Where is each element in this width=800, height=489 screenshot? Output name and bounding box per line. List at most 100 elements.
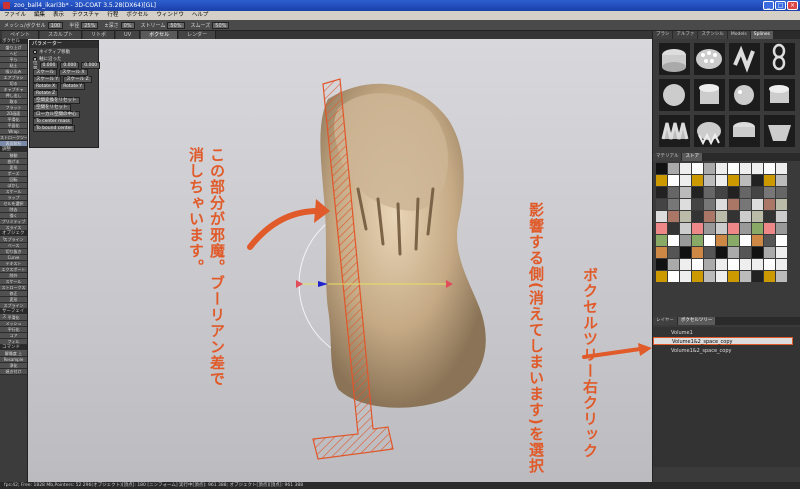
material-swatch[interactable] [668,211,679,222]
rotate-y-field[interactable]: Rotate Y [60,83,86,90]
material-swatch[interactable] [764,163,775,174]
3d-viewport[interactable]: この部分が邪魔。ブーリアン差で消しちゃいます。 影響する側(消えてしまいます)を… [28,39,652,482]
material-swatch[interactable] [656,175,667,186]
material-swatch[interactable] [776,199,787,210]
material-swatch[interactable] [680,187,691,198]
tab-paint[interactable]: ペイント [2,31,40,39]
rotate-z-field[interactable]: Rotate Z [33,90,59,97]
spline-shape[interactable] [764,115,795,147]
material-swatch[interactable] [776,175,787,186]
material-swatch[interactable] [752,187,763,198]
tab-stencil[interactable]: ステンシル [698,31,727,39]
maximize-button[interactable]: □ [775,1,786,10]
material-swatch[interactable] [716,187,727,198]
material-swatch[interactable] [656,199,667,210]
material-swatch[interactable] [764,223,775,234]
material-swatch[interactable] [728,187,739,198]
material-swatch[interactable] [752,211,763,222]
material-swatch[interactable] [752,175,763,186]
material-swatch[interactable] [656,235,667,246]
material-swatch[interactable] [740,271,751,282]
material-swatch[interactable] [668,199,679,210]
material-swatch[interactable] [692,187,703,198]
material-swatch[interactable] [668,175,679,186]
stream-option[interactable]: ストリーム 50% [141,21,185,29]
material-swatch[interactable] [716,247,727,258]
material-swatch[interactable] [656,259,667,270]
material-swatch[interactable] [728,163,739,174]
material-swatch[interactable] [752,235,763,246]
material-swatch[interactable] [740,235,751,246]
material-swatch[interactable] [704,235,715,246]
material-swatch[interactable] [692,247,703,258]
material-swatch[interactable] [740,211,751,222]
mesh-voxel-option[interactable]: メッシュ/ボクセル 100 [4,21,64,29]
spline-shape[interactable] [764,79,795,111]
scale-y-field[interactable]: スケール Y [33,76,62,83]
material-swatch[interactable] [740,175,751,186]
material-swatch[interactable] [656,223,667,234]
voxel-tree-item[interactable]: Volume1&2_space_copy [653,347,800,355]
material-swatch[interactable] [764,211,775,222]
native-move-radio[interactable] [33,49,37,54]
tab-retopo[interactable]: リトポ [83,31,116,39]
depth-option[interactable]: ±深さ 0% [104,21,135,29]
scale-x-field[interactable]: スケール X [59,69,88,76]
menu-view[interactable]: 表示 [53,11,64,20]
menu-help[interactable]: ヘルプ [192,11,209,20]
material-swatch[interactable] [740,223,751,234]
material-swatch[interactable] [740,259,751,270]
material-swatch[interactable] [716,235,727,246]
close-button[interactable]: × [787,1,798,10]
material-swatch[interactable] [716,175,727,186]
material-swatch[interactable] [764,175,775,186]
material-swatch[interactable] [692,163,703,174]
tab-sculpt[interactable]: スカルプト [40,31,83,39]
reset-space-button[interactable]: 空間をリセット [33,104,71,111]
material-swatch[interactable] [728,247,739,258]
rotate-x-field[interactable]: Rotate X [33,83,59,90]
material-swatch[interactable] [764,187,775,198]
scale-z-field[interactable]: スケール Z [63,76,92,83]
material-swatch[interactable] [704,163,715,174]
material-swatch[interactable] [704,223,715,234]
material-swatch[interactable] [680,223,691,234]
menu-calc[interactable]: 行程 [107,11,118,20]
material-swatch[interactable] [680,247,691,258]
menu-window[interactable]: ウィンドウ [156,11,184,20]
material-swatch[interactable] [704,199,715,210]
tab-layers[interactable]: レイヤー [653,317,677,325]
material-swatch[interactable] [728,223,739,234]
material-swatch[interactable] [716,211,727,222]
material-swatch[interactable] [776,223,787,234]
material-swatch[interactable] [704,175,715,186]
material-swatch[interactable] [680,175,691,186]
material-swatch[interactable] [740,187,751,198]
material-swatch[interactable] [692,235,703,246]
material-swatch[interactable] [764,247,775,258]
material-swatch[interactable] [668,163,679,174]
material-swatch[interactable] [668,259,679,270]
material-swatch[interactable] [680,235,691,246]
material-swatch[interactable] [728,175,739,186]
material-swatch[interactable] [680,259,691,270]
material-swatch[interactable] [668,187,679,198]
tab-voxel[interactable]: ボクセル [141,31,179,39]
material-swatch[interactable] [728,199,739,210]
material-swatch[interactable] [752,247,763,258]
material-swatch[interactable] [656,271,667,282]
material-swatch[interactable] [656,211,667,222]
material-swatch[interactable] [728,259,739,270]
material-swatch[interactable] [776,247,787,258]
material-swatch[interactable] [656,163,667,174]
material-swatch[interactable] [716,199,727,210]
material-swatch[interactable] [752,271,763,282]
menu-file[interactable]: ファイル [4,11,26,20]
voxel-tree-item[interactable]: Volume1&2_space_copy [653,337,793,345]
spline-shape[interactable] [659,43,690,75]
material-swatch[interactable] [752,163,763,174]
material-swatch[interactable] [656,247,667,258]
material-swatch[interactable] [752,199,763,210]
minimize-button[interactable]: _ [763,1,774,10]
tab-splines[interactable]: Splines [750,31,773,39]
